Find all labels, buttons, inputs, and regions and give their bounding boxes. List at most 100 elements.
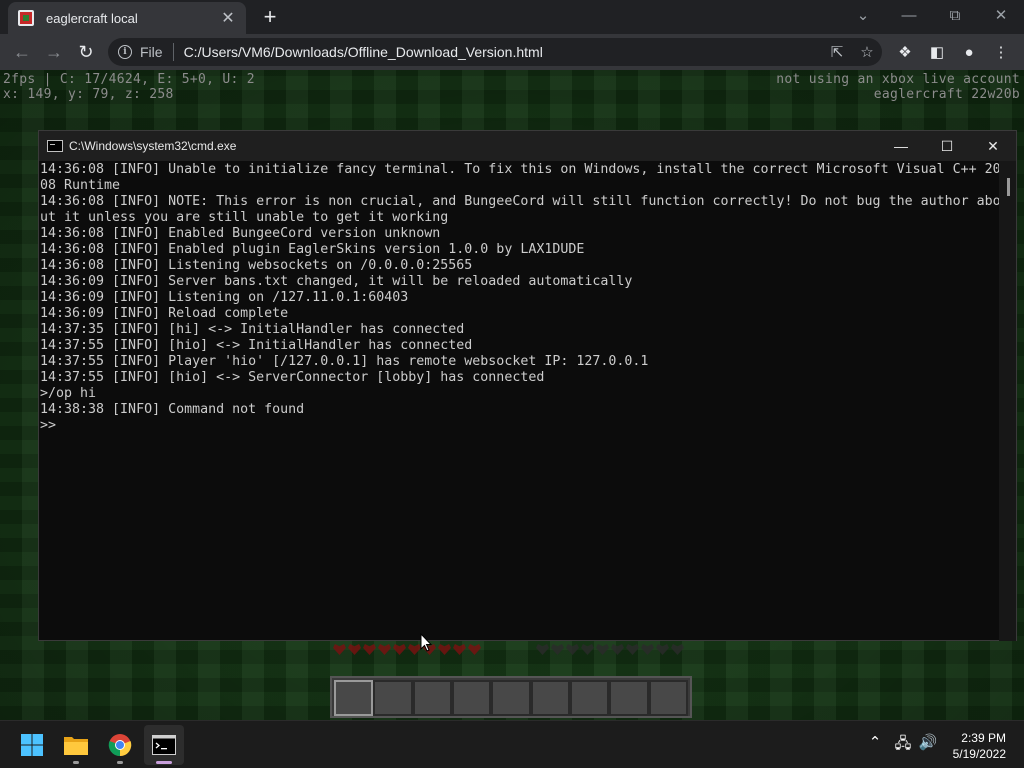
console-line: ut it unless you are still unable to get…	[40, 210, 449, 225]
heart-icon	[378, 644, 391, 655]
restore-window-button[interactable]: ⧉	[932, 0, 978, 30]
eaglercraft-favicon-icon	[18, 10, 34, 26]
forward-button[interactable]: →	[41, 39, 67, 65]
new-tab-button[interactable]: +	[258, 6, 282, 30]
system-clock[interactable]: 2:39 PM 5/19/2022	[953, 730, 1006, 762]
chrome-icon	[108, 734, 132, 757]
active-indicator	[156, 761, 172, 764]
heart-icon	[333, 644, 346, 655]
extensions-puzzle-icon[interactable]: ❖	[892, 40, 918, 64]
cmd-console-output[interactable]: 14:36:08 [INFO] Unable to initialize fan…	[39, 161, 1001, 641]
folder-icon	[64, 737, 88, 755]
debug-coords-line: x: 149, y: 79, z: 258	[3, 87, 174, 102]
taskbar-file-explorer[interactable]	[56, 725, 96, 765]
hunger-icon	[641, 644, 654, 655]
console-line: 14:36:09 [INFO] Reload complete	[40, 306, 289, 321]
tab-search-chevron-icon[interactable]: ⌄	[840, 0, 886, 30]
cmd-console-icon	[47, 140, 63, 152]
console-line: >>	[40, 418, 57, 433]
windows-logo-icon	[21, 734, 43, 756]
hunger-icon	[536, 644, 549, 655]
hunger-bar	[536, 644, 684, 655]
terminal-icon	[152, 735, 176, 755]
hunger-icon	[551, 644, 564, 655]
hotbar-slot[interactable]	[412, 680, 452, 716]
console-line: 14:36:08 [INFO] Listening websockets on …	[40, 258, 473, 273]
cmd-titlebar[interactable]: C:\Windows\system32\cmd.exe — ☐ ✕	[39, 131, 1016, 161]
debug-info-left: 2fps | C: 17/4624, E: 5+0, U: 2 x: 149, …	[3, 72, 255, 102]
cmd-minimize-button[interactable]: —	[878, 131, 924, 161]
console-line: 08 Runtime	[40, 178, 121, 193]
console-line: 14:37:55 [INFO] Player 'hio' [/127.0.0.1…	[40, 354, 649, 369]
console-line: >/op hi	[40, 386, 97, 401]
mouse-pointer-icon	[420, 632, 433, 657]
health-bar	[333, 644, 481, 655]
bookmark-star-icon[interactable]: ☆	[852, 43, 882, 61]
clock-time: 2:39 PM	[961, 731, 1006, 745]
show-hidden-icons-chevron-icon[interactable]: ⌃	[864, 733, 886, 751]
windows-taskbar: ⌃ 🖧 🔊 2:39 PM 5/19/2022	[0, 720, 1024, 768]
running-indicator	[73, 761, 79, 764]
hotbar-slot[interactable]	[530, 680, 570, 716]
browser-toolbar: ← → ↻ i File C:/Users/VM6/Downloads/Offl…	[0, 34, 1024, 70]
debug-fps-line: 2fps | C: 17/4624, E: 5+0, U: 2	[3, 72, 255, 87]
cmd-title: C:\Windows\system32\cmd.exe	[69, 139, 237, 153]
start-button[interactable]	[12, 725, 52, 765]
hotbar-slot[interactable]	[373, 680, 413, 716]
volume-icon[interactable]: 🔊	[917, 733, 939, 751]
hunger-icon	[611, 644, 624, 655]
cmd-close-button[interactable]: ✕	[970, 131, 1016, 161]
heart-icon	[453, 644, 466, 655]
hotbar-slot[interactable]	[334, 680, 374, 716]
console-line: 14:36:08 [INFO] NOTE: This error is non …	[40, 194, 1001, 209]
chrome-menu-icon[interactable]: ⋮	[988, 40, 1014, 64]
debug-info-right: not using an xbox live account eaglercra…	[776, 72, 1020, 102]
site-info-icon[interactable]: i	[118, 45, 132, 59]
browser-tab[interactable]: eaglercraft local ✕	[8, 2, 246, 34]
hotbar-slot[interactable]	[609, 680, 649, 716]
profile-avatar-icon[interactable]: ●	[956, 40, 982, 64]
browser-tabstrip: eaglercraft local ✕ + ⌄ — ⧉ ✕	[0, 0, 1024, 34]
console-line: 14:36:08 [INFO] Enabled BungeeCord versi…	[40, 226, 441, 241]
heart-icon	[363, 644, 376, 655]
hunger-icon	[656, 644, 669, 655]
console-line: 14:37:35 [INFO] [hi] <-> InitialHandler …	[40, 322, 465, 337]
reload-button[interactable]: ↻	[73, 39, 99, 65]
scheme-label: File	[140, 44, 163, 60]
cmd-maximize-button[interactable]: ☐	[924, 131, 970, 161]
minimize-window-button[interactable]: —	[886, 0, 932, 30]
cmd-window[interactable]: C:\Windows\system32\cmd.exe — ☐ ✕ 14:36:…	[38, 130, 1017, 641]
console-line: 14:36:08 [INFO] Enabled plugin EaglerSki…	[40, 242, 585, 257]
heart-icon	[393, 644, 406, 655]
back-button[interactable]: ←	[9, 39, 35, 65]
share-icon[interactable]: ⇱	[822, 43, 852, 61]
taskbar-cmd[interactable]	[144, 725, 184, 765]
hotbar-slot[interactable]	[569, 680, 610, 716]
hotbar-slot[interactable]	[491, 680, 531, 716]
hunger-icon	[581, 644, 594, 655]
clock-date: 5/19/2022	[952, 747, 1006, 761]
side-panel-icon[interactable]: ◧	[924, 40, 950, 64]
cmd-scrollbar[interactable]	[999, 161, 1016, 641]
heart-icon	[468, 644, 481, 655]
cmd-scrollbar-thumb[interactable]	[1007, 178, 1010, 196]
address-bar[interactable]: i File C:/Users/VM6/Downloads/Offline_Do…	[108, 38, 882, 66]
url-text[interactable]: C:/Users/VM6/Downloads/Offline_Download_…	[184, 44, 822, 60]
close-window-button[interactable]: ✕	[978, 0, 1024, 30]
hunger-icon	[626, 644, 639, 655]
heart-icon	[438, 644, 451, 655]
hotbar-slot[interactable]	[451, 680, 492, 716]
tab-close-icon[interactable]: ✕	[220, 8, 236, 28]
debug-version-line: eaglercraft 22w20b	[873, 87, 1020, 102]
debug-account-line: not using an xbox live account	[776, 72, 1020, 87]
hunger-icon	[566, 644, 579, 655]
console-line: 14:36:09 [INFO] Server bans.txt changed,…	[40, 274, 633, 289]
hotbar[interactable]	[330, 676, 692, 718]
hotbar-slot[interactable]	[648, 680, 688, 716]
console-line: 14:37:55 [INFO] [hio] <-> InitialHandler…	[40, 338, 473, 353]
network-icon[interactable]: 🖧	[892, 733, 914, 758]
tab-title: eaglercraft local	[46, 10, 138, 26]
taskbar-chrome[interactable]	[100, 725, 140, 765]
hunger-icon	[671, 644, 684, 655]
omnibox-divider	[172, 43, 174, 61]
